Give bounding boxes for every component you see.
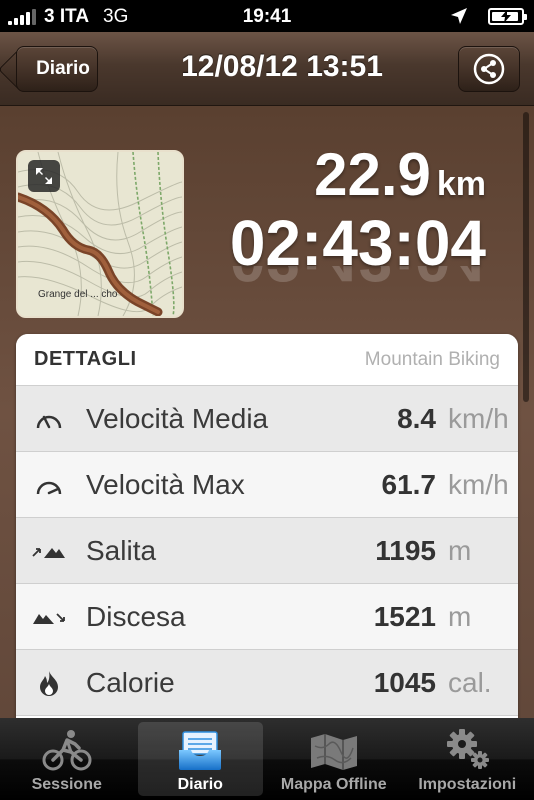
stat-row-average-speed: Velocità Media 8.4 km/h xyxy=(16,386,518,452)
ascent-icon xyxy=(32,542,66,560)
tab-mappa-offline[interactable]: Mappa Offline xyxy=(267,718,401,800)
stat-label: Salita xyxy=(86,534,157,566)
tab-impostazioni[interactable]: Impostazioni xyxy=(401,718,534,800)
stat-unit: km/h xyxy=(448,468,509,500)
battery-charging-icon xyxy=(488,7,527,25)
share-icon xyxy=(473,53,505,85)
activity-type: Mountain Biking xyxy=(364,348,500,370)
tab-sessione[interactable]: Sessione xyxy=(0,718,134,800)
map-place-label: Grange del ... cho xyxy=(38,289,118,300)
stat-row-max-speed: Velocità Max 61.7 km/h xyxy=(16,452,518,518)
flame-icon xyxy=(32,670,66,696)
stat-label: Velocità Max xyxy=(86,468,245,500)
location-arrow-icon xyxy=(451,8,467,24)
inbox-tray-icon xyxy=(177,726,223,772)
tab-label: Impostazioni xyxy=(418,776,517,793)
cyclist-icon xyxy=(41,726,93,772)
back-button-label: Diario xyxy=(36,58,90,79)
page-title: 12/08/12 13:51 xyxy=(181,50,383,83)
distance-value: 22.9 xyxy=(314,141,431,208)
share-button[interactable] xyxy=(458,46,520,92)
session-detail-content[interactable]: Grange del ... cho 22.9km 02:43:04 02:43… xyxy=(0,106,534,718)
details-title: DETTAGLI xyxy=(34,348,137,370)
stat-row-calories: Calorie 1045 cal. xyxy=(16,650,518,716)
stat-value: 8.4 xyxy=(397,402,436,434)
duration-reflection: 02:43:04 xyxy=(230,266,486,296)
stat-value: 1521 xyxy=(373,600,436,632)
stat-label: Velocità Media xyxy=(86,402,269,434)
tab-label: Sessione xyxy=(31,776,102,793)
stat-label: Calorie xyxy=(86,666,175,698)
tab-diario[interactable]: Diario xyxy=(134,718,268,800)
tab-bar: Sessione Diario Mappa Offline Impostazio… xyxy=(0,718,534,800)
stat-value: 1045 xyxy=(373,666,436,698)
details-card: DETTAGLI Mountain Biking Velocità Media … xyxy=(16,334,518,718)
stat-value: 61.7 xyxy=(381,468,437,500)
descent-icon xyxy=(32,608,66,626)
folded-map-icon xyxy=(309,726,359,772)
distance-display: 22.9 km xyxy=(314,140,486,209)
gears-icon xyxy=(442,726,492,772)
status-bar: 3 ITA 3G 19:41 xyxy=(0,0,534,32)
stat-value: 1195 xyxy=(375,534,436,566)
expand-map-icon[interactable] xyxy=(28,160,60,192)
stat-row-descent: Discesa 1521 m xyxy=(16,584,518,650)
stat-unit: m xyxy=(448,534,472,566)
details-header: DETTAGLI Mountain Biking xyxy=(16,334,518,386)
stat-unit: cal. xyxy=(448,666,492,698)
speedometer-avg-icon xyxy=(32,406,66,432)
stat-unit: m xyxy=(448,600,472,632)
route-map-thumbnail[interactable]: Grange del ... cho xyxy=(16,150,184,318)
navigation-bar: Diario 12/08/12 13:51 xyxy=(0,32,534,106)
stat-row-ascent: Salita 1195 m xyxy=(16,518,518,584)
distance-unit: km xyxy=(436,165,486,203)
tab-label: Mappa Offline xyxy=(280,776,387,793)
stat-label: Discesa xyxy=(86,600,186,632)
stat-unit: km/h xyxy=(448,402,509,434)
speedometer-max-icon xyxy=(32,472,66,498)
back-button[interactable]: Diario xyxy=(16,46,98,92)
scrollbar[interactable] xyxy=(523,112,529,402)
